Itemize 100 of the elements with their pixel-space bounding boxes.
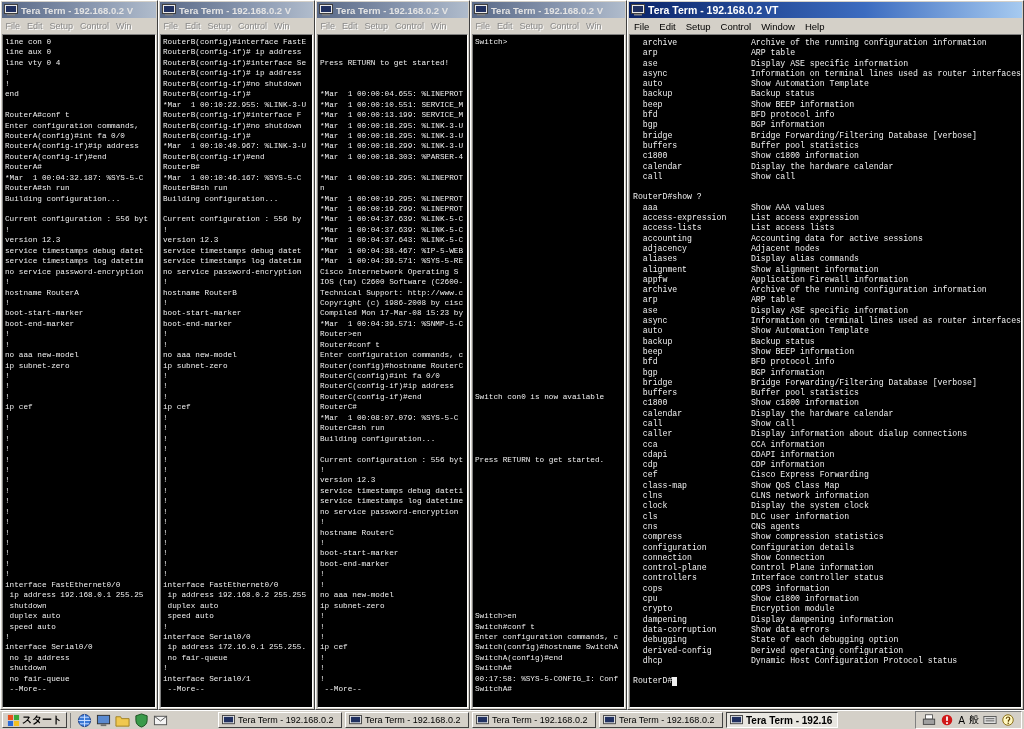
command-description: Information on terminal lines used as router interfaces bbox=[750, 316, 1021, 326]
command-description: Show Automation Template bbox=[750, 326, 869, 337]
command-description: Buffer pool statistics bbox=[750, 388, 859, 398]
command-description: Show Connection bbox=[750, 552, 825, 563]
command-name: cdapi bbox=[641, 449, 669, 460]
menu-item[interactable]: File bbox=[629, 20, 655, 32]
command-description: Configuration details bbox=[750, 542, 855, 553]
command-description: Control Plane information bbox=[750, 563, 874, 573]
command-name: ase bbox=[641, 305, 659, 316]
command-description: Dynamic Host Configuration Protocol status bbox=[750, 655, 958, 667]
command-description: Archive of the running configuration information bbox=[750, 285, 987, 295]
menu-item[interactable]: Setup bbox=[680, 20, 716, 32]
command-description: CDP information bbox=[750, 460, 825, 470]
command-description: BGP information bbox=[750, 120, 825, 131]
command-name: controllers bbox=[641, 573, 698, 584]
windows-flag-icon bbox=[7, 713, 20, 727]
command-description: ARP table bbox=[750, 48, 796, 59]
command-name: c1800 bbox=[641, 398, 669, 409]
window-title: Tera Term - 192.168.0.2 V bbox=[491, 4, 604, 16]
terminal-icon bbox=[603, 714, 616, 726]
command-description: List access lists bbox=[750, 223, 835, 234]
command-name: call bbox=[641, 171, 664, 183]
alert-icon[interactable] bbox=[940, 713, 955, 727]
command-description: Display dampening information bbox=[750, 614, 894, 625]
command-name: call bbox=[641, 419, 664, 429]
terminal-icon bbox=[162, 4, 176, 16]
command-name: access-expression bbox=[641, 213, 728, 223]
command-name: backup bbox=[641, 336, 674, 347]
help-icon[interactable] bbox=[1001, 713, 1015, 727]
taskbar-button[interactable]: Tera Term - 192.16 bbox=[726, 712, 838, 728]
command-name: compress bbox=[641, 532, 684, 543]
command-name: alignment bbox=[641, 264, 689, 275]
title-bar[interactable]: Tera Term - 192.168.0.2 VT bbox=[629, 2, 1022, 18]
command-name: calendar bbox=[641, 408, 684, 419]
command-name: auto bbox=[641, 326, 664, 337]
menu-item[interactable]: Window bbox=[756, 20, 800, 32]
input-mode-indicator[interactable]: A bbox=[958, 714, 965, 726]
globe-icon[interactable] bbox=[77, 712, 92, 728]
command-description: Display ASE specific information bbox=[750, 305, 909, 316]
command-description: BFD protocol info bbox=[750, 110, 835, 120]
command-description: Show BEEP information bbox=[750, 346, 855, 357]
command-name: cops bbox=[641, 583, 664, 595]
menu-item[interactable]: Edit bbox=[654, 20, 681, 32]
command-description: Show c1800 information bbox=[750, 594, 859, 604]
command-description: Show call bbox=[750, 419, 796, 429]
command-name: archive bbox=[641, 38, 679, 49]
printer-icon[interactable] bbox=[922, 713, 937, 727]
command-name: ase bbox=[641, 58, 659, 69]
window-title: Tera Term - 192.168.0.2 VT bbox=[648, 4, 779, 16]
taskbar-button[interactable]: Tera Term - 192.168.0.2 bbox=[599, 712, 723, 728]
command-description: BFD protocol info bbox=[750, 357, 835, 368]
menu-item[interactable]: Help bbox=[799, 20, 830, 32]
command-description: Cisco Express Forwarding bbox=[750, 470, 869, 481]
command-name: accounting bbox=[641, 233, 693, 244]
command-description: Backup status bbox=[750, 89, 815, 100]
command-description: Display the system clock bbox=[750, 501, 869, 512]
command-description: Display alias commands bbox=[750, 254, 859, 265]
command-name: beep bbox=[641, 99, 664, 110]
command-description: Bridge Forwarding/Filtering Database [verbose] bbox=[750, 377, 977, 388]
command-name: buffers bbox=[641, 140, 679, 152]
command-description: Bridge Forwarding/Filtering Database [verbose] bbox=[750, 130, 977, 141]
window-title: Tera Term - 192.168.0.2 V bbox=[336, 4, 449, 16]
shield-icon[interactable] bbox=[134, 712, 149, 728]
command-name: bfd bbox=[641, 110, 659, 120]
terminal-icon bbox=[730, 714, 743, 726]
command-name: beep bbox=[641, 346, 664, 357]
command-name: class-map bbox=[641, 480, 689, 491]
terminal-line: RouterD#show ? bbox=[633, 192, 702, 203]
command-description: State of each debugging option bbox=[750, 635, 899, 646]
command-name: cdp bbox=[641, 460, 659, 470]
taskbar-button[interactable]: Tera Term - 192.168.0.2 bbox=[345, 712, 469, 728]
command-name: connection bbox=[641, 552, 693, 563]
command-description: Encryption module bbox=[750, 604, 835, 615]
keyboard-icon[interactable] bbox=[983, 713, 997, 727]
input-mode-indicator[interactable]: 般 bbox=[969, 713, 979, 727]
command-description: Show compression statistics bbox=[750, 532, 884, 543]
window-title: Tera Term - 192.168.0.2 V bbox=[179, 4, 292, 16]
start-button[interactable]: スタート bbox=[2, 712, 67, 728]
command-name: calendar bbox=[641, 161, 684, 172]
command-description: CLNS network information bbox=[750, 491, 869, 501]
command-description: Display ASE specific information bbox=[750, 58, 909, 69]
command-name: bridge bbox=[641, 130, 674, 141]
command-name: crypto bbox=[641, 604, 674, 615]
taskbar-button[interactable]: Tera Term - 192.168.0.2 bbox=[472, 712, 596, 728]
menu-item[interactable]: Control bbox=[715, 20, 757, 32]
command-description: Show Automation Template bbox=[750, 79, 869, 89]
command-description: Derived operating configuration bbox=[750, 645, 904, 656]
command-name: arp bbox=[641, 48, 659, 59]
command-name: c1800 bbox=[641, 151, 669, 162]
terminal-icon bbox=[4, 4, 18, 16]
command-description: Adjacent nodes bbox=[750, 243, 820, 254]
command-description: Information on terminal lines used as router interfaces bbox=[750, 68, 1021, 79]
command-description: Show alignment information bbox=[750, 264, 879, 275]
command-name: archive bbox=[641, 285, 679, 296]
command-description: List access expression bbox=[750, 213, 859, 223]
taskbar-button[interactable]: Tera Term - 192.168.0.2 bbox=[218, 712, 342, 728]
command-description: ARP table bbox=[750, 295, 796, 306]
command-description: Archive of the running configuration information bbox=[750, 38, 987, 48]
window-title: Tera Term - 192.168.0.2 V bbox=[21, 4, 134, 16]
desktop-icon[interactable] bbox=[96, 712, 111, 728]
